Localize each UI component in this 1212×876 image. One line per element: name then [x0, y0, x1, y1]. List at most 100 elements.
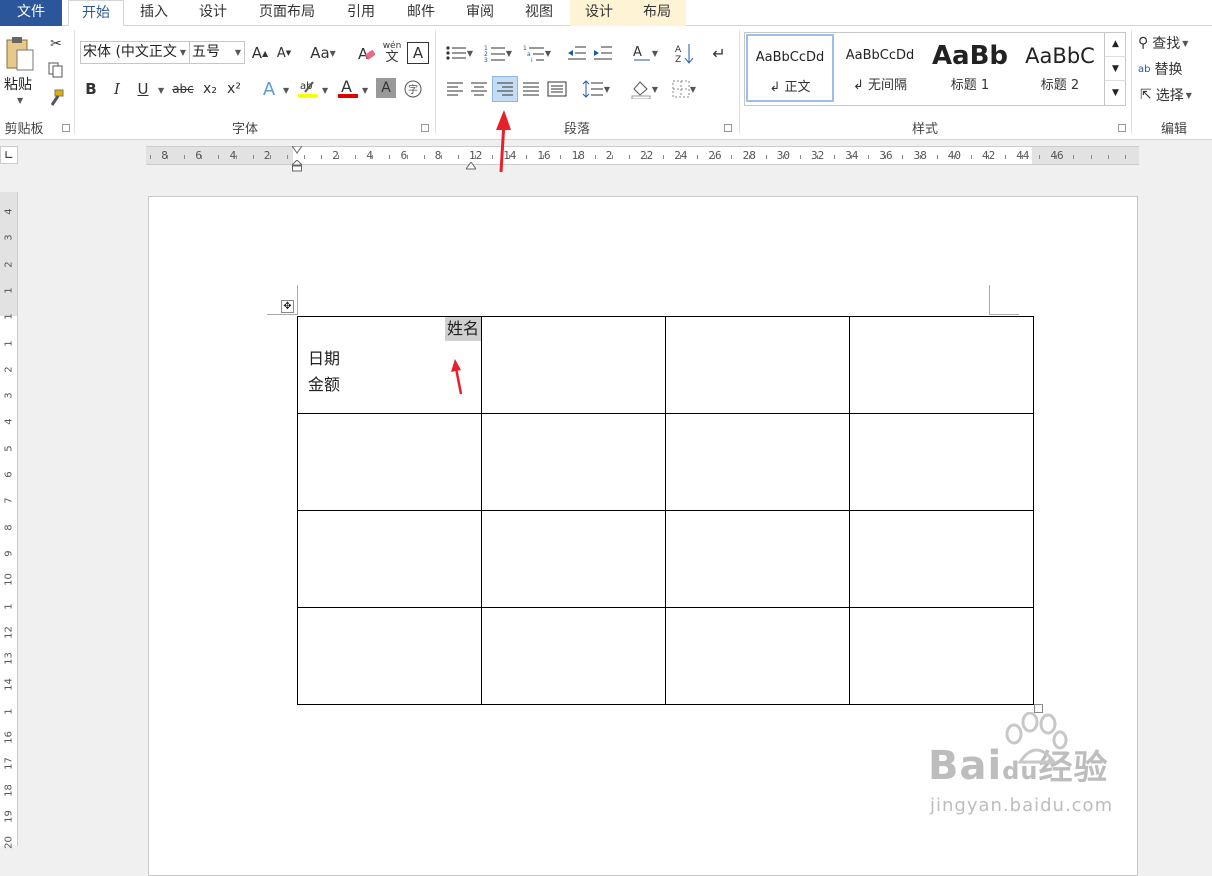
align-right-icon: [497, 82, 513, 96]
table-cell[interactable]: [665, 607, 850, 705]
line-spacing-button[interactable]: ▼: [578, 78, 614, 100]
svg-text:A: A: [341, 77, 352, 96]
table-cell[interactable]: [665, 510, 850, 608]
style-no-spacing[interactable]: AaBbCcDd ↲ 无间隔: [836, 34, 924, 102]
tab-mailings[interactable]: 邮件: [394, 0, 448, 26]
clear-formatting-icon[interactable]: A: [355, 42, 377, 64]
font-color-icon[interactable]: A: [336, 76, 360, 100]
highlight-dropdown-icon[interactable]: ▼: [322, 86, 328, 95]
styles-launcher-icon[interactable]: [1118, 124, 1126, 132]
text-effects-dropdown-icon[interactable]: ▼: [283, 86, 289, 95]
find-button[interactable]: ⚲ 查找 ▼: [1138, 32, 1208, 54]
right-indent-marker[interactable]: [465, 159, 477, 170]
multilevel-list-button[interactable]: 1 a i ▼: [520, 42, 554, 64]
distributed-icon[interactable]: [546, 78, 568, 100]
table-cell[interactable]: [481, 510, 666, 608]
change-case-button[interactable]: Aa ▼: [306, 42, 340, 64]
font-launcher-icon[interactable]: [421, 124, 429, 132]
shrink-font-icon[interactable]: A ▼: [274, 42, 294, 64]
tab-table-layout[interactable]: 布局: [628, 0, 686, 26]
underline-dropdown-icon[interactable]: ▼: [158, 86, 164, 95]
cut-icon[interactable]: ✂: [46, 34, 66, 54]
format-painter-icon[interactable]: [46, 88, 66, 108]
tab-insert[interactable]: 插入: [128, 0, 180, 26]
style-heading-1[interactable]: AaBb 标题 1: [926, 34, 1014, 102]
clipboard-launcher-icon[interactable]: [62, 124, 70, 132]
align-center-icon[interactable]: [468, 78, 490, 100]
table-cell[interactable]: [481, 413, 666, 511]
strikethrough-button[interactable]: abc: [170, 78, 196, 100]
styles-scroll-up-icon[interactable]: ▲: [1105, 32, 1126, 56]
tab-design[interactable]: 设计: [186, 0, 240, 26]
table-row: [297, 607, 1034, 705]
table-cell[interactable]: [849, 413, 1034, 511]
tab-home[interactable]: 开始: [68, 0, 124, 27]
font-size-select[interactable]: 五号 ▼: [189, 41, 245, 64]
hanging-indent-marker[interactable]: [290, 159, 304, 172]
chinese-layout-button[interactable]: A ▼: [628, 42, 662, 64]
increase-indent-icon[interactable]: [592, 42, 614, 64]
ruler-number: 1: [3, 602, 15, 610]
ruler-number: 12: [3, 625, 15, 639]
styles-scroll-down-icon[interactable]: ▼: [1105, 56, 1126, 80]
cell-text-amount[interactable]: 金额: [308, 371, 340, 395]
table-cell[interactable]: [665, 316, 850, 414]
table-cell[interactable]: [849, 510, 1034, 608]
replace-button[interactable]: ab 替换: [1138, 58, 1208, 80]
tab-view[interactable]: 视图: [512, 0, 566, 26]
italic-button[interactable]: I: [108, 78, 126, 100]
horizontal-ruler[interactable]: 8642246812141618222242628303234363840424…: [146, 143, 1139, 172]
tab-references[interactable]: 引用: [334, 0, 388, 26]
tab-review[interactable]: 审阅: [452, 0, 508, 26]
tab-page-layout[interactable]: 页面布局: [248, 0, 326, 26]
font-family-select[interactable]: 宋体 (中文正文 ▼: [80, 41, 190, 64]
grow-font-icon[interactable]: A ▲: [250, 42, 270, 64]
table-cell[interactable]: [297, 510, 482, 608]
tab-selector-icon[interactable]: ∟: [0, 146, 18, 164]
table-cell[interactable]: [481, 607, 666, 705]
vertical-ruler[interactable]: 4 3 2 1 1 1 2 3 4 5 6 7 8 9 10 1 12 13 14 1 16 17 18 19 20: [0, 192, 18, 849]
bold-button[interactable]: B: [82, 78, 100, 100]
table-move-handle-icon[interactable]: ✥: [281, 300, 294, 313]
underline-button[interactable]: U: [134, 78, 152, 100]
phonetic-guide-icon[interactable]: wén 文: [381, 40, 403, 66]
table-cell[interactable]: [849, 607, 1034, 705]
justify-icon[interactable]: [520, 78, 542, 100]
align-right-button[interactable]: [492, 76, 518, 102]
cell-text-name[interactable]: 姓名: [444, 317, 481, 341]
decrease-indent-icon[interactable]: [566, 42, 588, 64]
character-shading-icon[interactable]: A: [376, 78, 396, 98]
superscript-button[interactable]: x²: [224, 78, 244, 100]
paragraph-launcher-icon[interactable]: [724, 124, 732, 132]
show-formatting-marks-icon[interactable]: ↵: [708, 42, 730, 64]
align-left-icon[interactable]: [444, 78, 466, 100]
tab-file[interactable]: 文件: [0, 0, 62, 26]
first-line-indent-marker[interactable]: [291, 143, 303, 154]
borders-button[interactable]: ▼: [666, 78, 702, 100]
table-cell[interactable]: [297, 607, 482, 705]
highlight-color-icon[interactable]: ab: [296, 76, 320, 100]
table-cell[interactable]: [481, 316, 666, 414]
tab-table-design[interactable]: 设计: [570, 0, 628, 26]
numbering-button[interactable]: 1 2 3 ▼: [480, 42, 516, 64]
copy-icon[interactable]: [46, 60, 66, 80]
table-cell[interactable]: [297, 413, 482, 511]
select-button[interactable]: ⇱ 选择 ▼: [1140, 84, 1210, 106]
table-cell[interactable]: [665, 413, 850, 511]
text-effects-icon[interactable]: A: [258, 78, 280, 100]
subscript-button[interactable]: x₂: [200, 78, 220, 100]
shading-button[interactable]: ▼: [626, 78, 662, 100]
ruler-tick: [440, 155, 442, 159]
sort-icon[interactable]: AZ: [674, 40, 696, 66]
character-border-icon[interactable]: A: [407, 42, 429, 64]
styles-more-icon[interactable]: ▼: [1105, 80, 1126, 104]
paste-dropdown-icon[interactable]: ▼: [17, 96, 23, 105]
bullets-button[interactable]: ▼: [442, 42, 476, 64]
font-color-dropdown-icon[interactable]: ▼: [362, 86, 368, 95]
enclose-characters-icon[interactable]: 字: [402, 78, 424, 100]
style-heading-2[interactable]: AaBbC 标题 2: [1016, 34, 1104, 102]
style-normal[interactable]: AaBbCcDd ↲ 正文: [746, 34, 834, 102]
paste-button[interactable]: [2, 32, 38, 76]
table-cell[interactable]: [849, 316, 1034, 414]
cell-text-date[interactable]: 日期: [308, 345, 340, 369]
